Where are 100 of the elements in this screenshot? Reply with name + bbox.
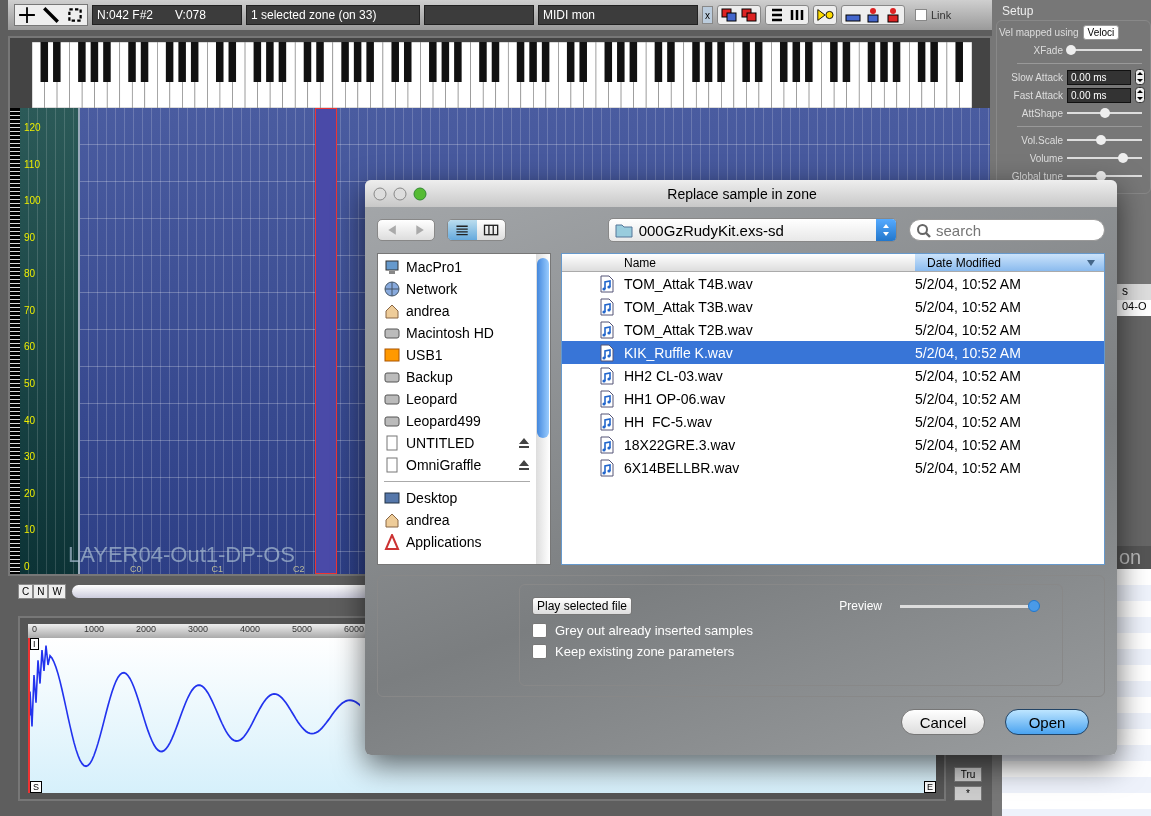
time-field[interactable]: 0.00 ms [1067, 69, 1131, 85]
open-button[interactable]: Open [1005, 709, 1089, 735]
setting-label: XFade [1032, 44, 1063, 56]
home-icon [384, 512, 400, 528]
link-checkbox[interactable]: Link [915, 9, 952, 21]
sample-ruler-label: 2000 [136, 624, 158, 636]
sidebar-item[interactable]: Network [378, 278, 536, 300]
sidebar-item[interactable]: Applications [378, 531, 536, 553]
clear-button[interactable]: x [702, 6, 713, 24]
sample-ruler-label: 4000 [240, 624, 262, 636]
file-name: 18X22GRE.3.wav [624, 436, 737, 453]
panel-title: Setup [1001, 4, 1035, 18]
search-field[interactable]: search [909, 219, 1105, 241]
audio-file-icon [600, 320, 614, 339]
velocity-label: 20 [24, 487, 37, 499]
preview-label: Preview [839, 599, 882, 613]
stepper-icon[interactable] [1135, 87, 1145, 103]
view-toggle-button[interactable]: N [33, 583, 49, 599]
velocity-label: 50 [24, 378, 37, 390]
computer-icon [384, 259, 400, 275]
file-name: HH2 CL-03.wav [624, 367, 724, 384]
sidebar-item[interactable]: MacPro1 [378, 256, 536, 278]
file-name: HH FC-5.wav [624, 413, 713, 430]
file-row[interactable]: KIK_Ruffle K.wav 5/2/04, 10:52 AM [562, 341, 1104, 364]
velocity-label: 0 [24, 560, 31, 572]
view-toggle-button[interactable]: W [48, 583, 66, 599]
file-date: 5/2/04, 10:52 AM [915, 436, 1021, 453]
file-name: TOM_Attak T4B.wav [624, 275, 754, 292]
file-date: 5/2/04, 10:52 AM [915, 344, 1021, 361]
loop-marker[interactable]: I [30, 638, 39, 650]
vertical-scrollbar[interactable] [536, 254, 550, 564]
piano-keyboard-drawing[interactable] [32, 42, 972, 108]
velocity-label: 80 [24, 268, 37, 280]
sidebar-item[interactable]: Macintosh HD [378, 322, 536, 344]
sidebar-item[interactable]: Backup [378, 366, 536, 388]
sort-arrow-icon [1086, 258, 1096, 267]
file-name: TOM_Attak T2B.wav [624, 321, 754, 338]
audio-file-icon [600, 458, 614, 477]
sidebar-item[interactable]: OmniGraffle [378, 454, 536, 476]
file-name: HH1 OP-06.wav [624, 390, 727, 407]
network-icon [384, 281, 400, 297]
file-row[interactable]: HH2 CL-03.wav 5/2/04, 10:52 AM [562, 364, 1104, 387]
velocity-label: 10 [24, 524, 37, 536]
view-toggle-button[interactable]: C [18, 583, 34, 599]
audio-file-icon [600, 389, 614, 408]
file-row[interactable]: HH1 OP-06.wav 5/2/04, 10:52 AM [562, 387, 1104, 410]
zoom-icon[interactable] [413, 186, 427, 201]
eject-icon[interactable] [518, 437, 530, 449]
setting-label: Global tune [1010, 170, 1063, 182]
start-marker[interactable]: S [30, 781, 42, 793]
audio-file-icon [600, 366, 614, 385]
setting-label: Slow Attack [1010, 71, 1063, 83]
blank-icon [384, 435, 400, 451]
velocity-label: 110 [24, 158, 41, 170]
audio-file-icon [600, 435, 614, 454]
sidebar-item[interactable]: Leopard499 [378, 410, 536, 432]
side-button[interactable]: Tru [954, 767, 982, 782]
eject-icon[interactable] [518, 459, 530, 471]
note-readout: N:042 F#2 [97, 7, 154, 24]
file-row[interactable]: 18X22GRE.3.wav 5/2/04, 10:52 AM [562, 433, 1104, 456]
cancel-button[interactable]: Cancel [901, 709, 985, 735]
sidebar-item[interactable]: andrea [378, 509, 536, 531]
file-row[interactable]: TOM_Attak T2B.wav 5/2/04, 10:52 AM [562, 318, 1104, 341]
file-name: KIK_Ruffle K.wav [624, 344, 734, 361]
file-date: 5/2/04, 10:52 AM [915, 321, 1021, 338]
audio-file-icon [600, 412, 614, 431]
search-icon [916, 223, 932, 239]
audio-file-icon [600, 343, 614, 362]
play-selected-button[interactable]: Play selected file [532, 597, 633, 615]
folder-icon [614, 222, 633, 238]
option-checkbox[interactable]: Grey out already inserted samples [532, 623, 1050, 638]
column-header[interactable]: Date Modified [915, 254, 1104, 271]
end-marker[interactable]: E [924, 781, 936, 793]
sidebar-item[interactable]: Desktop [378, 487, 536, 509]
file-name: 6X14BELLBR.wav [624, 459, 741, 476]
velocity-label: 60 [24, 341, 37, 353]
stepper-icon[interactable] [1135, 69, 1145, 85]
file-row[interactable]: 6X14BELLBR.wav 5/2/04, 10:52 AM [562, 456, 1104, 479]
person-icon[interactable] [864, 7, 882, 23]
velocity-readout: V:078 [175, 7, 206, 24]
setting-label: Vel mapped using [999, 26, 1079, 38]
columns-icon[interactable] [788, 7, 806, 23]
list-view-icon[interactable] [448, 220, 477, 240]
sidebar-item[interactable]: andrea [378, 300, 536, 322]
option-checkbox[interactable]: Keep existing zone parameters [532, 644, 1050, 659]
sample-ruler-label: 3000 [188, 624, 210, 636]
sidebar-item[interactable]: UNTITLED [378, 432, 536, 454]
column-header[interactable]: Name [562, 254, 915, 271]
setting-label: Volume [1028, 152, 1063, 164]
velocity-label: 30 [24, 451, 37, 463]
time-field[interactable]: 0.00 ms [1067, 87, 1131, 103]
file-date: 5/2/04, 10:52 AM [915, 459, 1021, 476]
sidebar-item[interactable]: Leopard [378, 388, 536, 410]
midi-monitor-field: MIDI mon [538, 5, 698, 25]
sidebar-item[interactable]: USB1 [378, 344, 536, 366]
file-name: TOM_Attak T3B.wav [624, 298, 754, 315]
folder-popup[interactable]: 000GzRudyKit.exs-sd [607, 218, 897, 242]
file-row[interactable]: HH FC-5.wav 5/2/04, 10:52 AM [562, 410, 1104, 433]
velocity-mode-button[interactable]: Veloci [1082, 24, 1120, 40]
side-button[interactable]: * [954, 786, 982, 801]
